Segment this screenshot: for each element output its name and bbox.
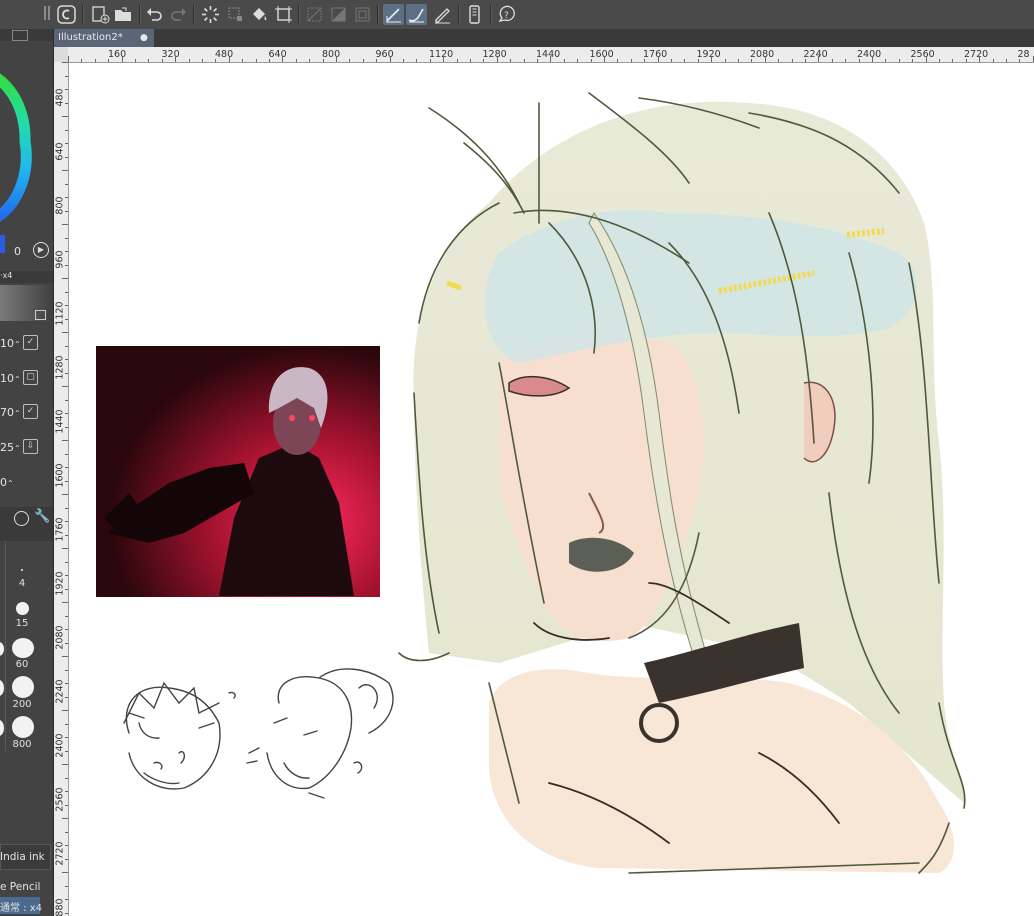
brush-stroke-icon[interactable] xyxy=(406,4,427,25)
drawing-canvas[interactable] xyxy=(69,63,1034,916)
color-wheel[interactable] xyxy=(0,41,53,271)
stabilization-value[interactable]: 25 xyxy=(0,441,14,454)
ruler-label: 800 xyxy=(54,196,66,215)
crop-icon[interactable] xyxy=(273,4,294,25)
brush-size-dot[interactable] xyxy=(12,716,34,738)
brush-density-value[interactable]: 70 xyxy=(0,406,14,419)
ruler-label: 2400 xyxy=(54,733,66,758)
pen-line-icon[interactable] xyxy=(383,4,404,25)
tool-name-india-ink[interactable]: India ink xyxy=(0,851,45,863)
ruler-label: 1440 xyxy=(536,49,561,60)
play-icon[interactable]: ▶ xyxy=(33,242,49,258)
ruler-label: 1600 xyxy=(54,463,66,488)
brush-size-dot[interactable] xyxy=(12,676,34,698)
brush-size-dot[interactable] xyxy=(0,642,4,656)
transform-icon[interactable] xyxy=(225,4,246,25)
ruler-label: 320 xyxy=(161,49,180,60)
document-tab-bar xyxy=(54,29,1034,47)
ruler-label: 480 xyxy=(54,88,66,107)
ruler-label: 1760 xyxy=(54,517,66,542)
ruler-label: 1920 xyxy=(54,571,66,596)
redo-icon[interactable] xyxy=(168,4,189,25)
portrait-main xyxy=(413,101,965,873)
ruler-label: 160 xyxy=(108,49,127,60)
selection-border-icon[interactable] xyxy=(328,4,349,25)
help-icon[interactable]: ? xyxy=(496,4,517,25)
thumbnail-sketches xyxy=(123,668,394,799)
new-canvas-icon[interactable] xyxy=(90,4,111,25)
opacity-toggle-icon[interactable]: ▢ xyxy=(23,370,38,385)
ruler-label: 640 xyxy=(54,142,66,161)
horizontal-ruler: 160 320 480 640 800 960 1120 1280 1440 1600 1760 19… xyxy=(68,47,1034,63)
brush-opacity-value[interactable]: 10 xyxy=(0,372,14,385)
ruler-label: 2240 xyxy=(803,49,828,60)
ruler-label: 480 xyxy=(215,49,234,60)
anti-alias-value[interactable]: 0 xyxy=(0,476,7,489)
hide-selection-icon[interactable] xyxy=(304,4,325,25)
pencil-stroke-icon[interactable] xyxy=(432,4,453,25)
ruler-label: 2720 xyxy=(964,49,989,60)
ruler-label: 1440 xyxy=(54,409,66,434)
ruler-label: 2560 xyxy=(910,49,935,60)
main-toolbar: ? xyxy=(0,0,1034,30)
ruler-label: 2560 xyxy=(54,787,66,812)
brush-size-dot[interactable] xyxy=(0,680,4,696)
brush-size-value[interactable]: 10 xyxy=(0,337,14,350)
fill-icon[interactable] xyxy=(249,4,270,25)
open-folder-icon[interactable] xyxy=(113,4,134,25)
brush-size-label: 15 xyxy=(15,618,29,629)
ruler-label: 800 xyxy=(322,49,341,60)
device-icon[interactable] xyxy=(464,4,485,25)
ruler-label: 1760 xyxy=(643,49,668,60)
reference-image xyxy=(96,346,380,597)
tab-illustration2[interactable]: Illustration2* xyxy=(54,29,154,47)
tool-name-pencil[interactable]: e Pencil xyxy=(0,881,40,893)
ruler-label: 1120 xyxy=(429,49,454,60)
layer-label: ·x4 xyxy=(0,271,13,280)
vertical-ruler: 480 640 800 960 1120 1280 1440 1600 1760 1920 2080… xyxy=(54,62,69,916)
selection-spinner-icon[interactable] xyxy=(200,4,221,25)
color-value: 0 xyxy=(14,245,21,258)
stabilization-toggle-icon[interactable]: ⇩ xyxy=(23,439,38,454)
svg-text:?: ? xyxy=(504,11,509,21)
wrench-icon[interactable]: 🔧 xyxy=(34,509,50,524)
snap-ruler-icon[interactable] xyxy=(352,4,373,25)
ruler-label: 2720 xyxy=(54,841,66,866)
ruler-label: 2240 xyxy=(54,679,66,704)
brush-size-label: 4 xyxy=(18,578,26,589)
brush-size-label: 60 xyxy=(15,659,29,670)
ruler-label: 640 xyxy=(268,49,287,60)
ruler-label: 1600 xyxy=(589,49,614,60)
clip-studio-icon[interactable] xyxy=(56,4,77,25)
density-toggle-icon[interactable]: ✓ xyxy=(23,404,38,419)
brush-size-dot[interactable] xyxy=(21,569,23,571)
lock-icon[interactable] xyxy=(35,310,46,320)
brush-size-label: 800 xyxy=(12,739,32,750)
ruler-label: 1280 xyxy=(54,355,66,380)
ruler-label: 1120 xyxy=(54,301,66,326)
gauge-icon[interactable] xyxy=(14,511,29,526)
ruler-label: 1280 xyxy=(482,49,507,60)
brush-size-dot[interactable] xyxy=(16,602,29,615)
ruler-label: 960 xyxy=(375,49,394,60)
ruler-label: 880 xyxy=(54,898,66,916)
ruler-label: 1920 xyxy=(696,49,721,60)
ruler-corner xyxy=(54,47,68,62)
blend-mode-label[interactable]: 通常 : x4 xyxy=(0,899,42,914)
pressure-toggle-icon[interactable]: ✓ xyxy=(23,335,38,350)
brush-size-dot[interactable] xyxy=(12,638,34,658)
left-tool-panel: 0 ▶ ·x4 10⌃ ✓ 10⌃ ▢ 70⌃ ✓ 25⌃ ⇩ 0⌃ 🔧 4 1… xyxy=(0,29,54,916)
ruler-label: 2080 xyxy=(54,625,66,650)
brush-size-label: 200 xyxy=(12,699,32,710)
panel-tab-icon[interactable] xyxy=(12,30,28,41)
illustration-artwork xyxy=(96,92,966,874)
ruler-label: 960 xyxy=(54,250,66,269)
color-swatch[interactable] xyxy=(0,235,5,253)
brush-size-dot[interactable] xyxy=(0,720,4,736)
ruler-label: 2400 xyxy=(857,49,882,60)
tab-close-icon[interactable]: ● xyxy=(140,29,150,47)
ruler-label: 2080 xyxy=(750,49,775,60)
undo-icon[interactable] xyxy=(144,4,165,25)
